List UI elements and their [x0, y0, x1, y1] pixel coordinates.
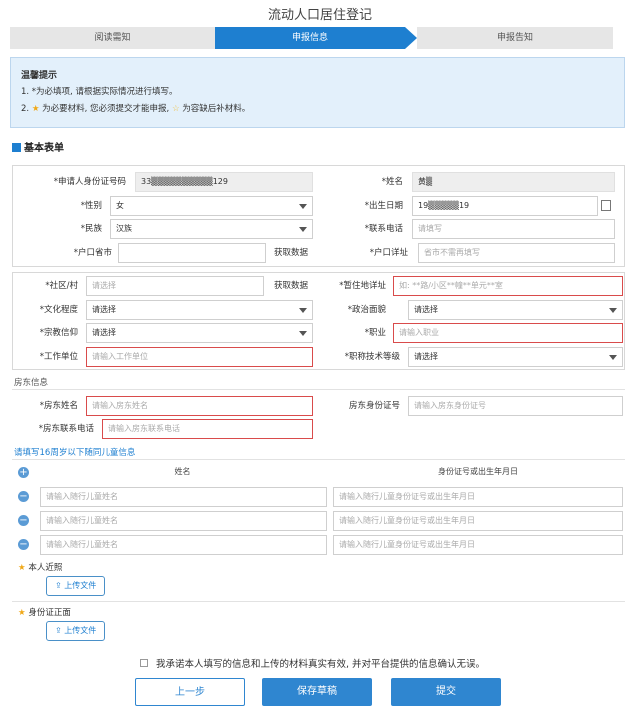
chevron-down-icon — [299, 308, 307, 313]
address-label: *暂住地详址 — [339, 281, 386, 291]
birth-date-field[interactable]: 19▒▒▒▒▒19 — [412, 196, 611, 216]
id-number-field[interactable]: 33▒▒▒▒▒▒▒▒▒▒129 — [135, 172, 313, 192]
birth-label: *出生日期 — [364, 201, 403, 211]
gender-label: *性别 — [80, 201, 102, 211]
submit-button[interactable]: 提交 — [391, 678, 501, 706]
page-title: 流动人口居住登记 — [267, 8, 372, 23]
calendar-icon[interactable] — [601, 200, 611, 211]
tip-line-1: 1. *为必填项, 请根据实际情况进行填写。 — [21, 87, 178, 97]
grid-icon — [12, 143, 21, 152]
tip-panel: 温馨提示 1. *为必填项, 请根据实际情况进行填写。 2. ★ 为必要材料, … — [10, 57, 625, 128]
remove-child-icon[interactable]: − — [18, 515, 29, 526]
idcard-upload-label: ★ 身份证正面 — [18, 608, 71, 618]
education-select[interactable]: 请选择 — [86, 300, 313, 320]
optional-star-icon: ☆ — [171, 104, 180, 114]
tip-heading: 温馨提示 — [21, 71, 58, 81]
step-declare-info: 申报信息 — [215, 27, 417, 49]
ethnic-select[interactable]: 汉族 — [110, 219, 313, 239]
photo-upload-label: ★ 本人近照 — [18, 563, 63, 573]
landlord-heading: 房东信息 — [14, 378, 49, 388]
hukou-label: *户口省市 — [73, 248, 112, 258]
child-name-field[interactable]: 请输入随行儿童姓名 — [40, 535, 327, 555]
add-child-icon[interactable]: + — [18, 467, 29, 478]
chevron-down-icon — [299, 331, 307, 336]
chevron-down-icon — [299, 204, 307, 209]
photo-upload-button[interactable]: ⇪ 上传文件 — [46, 576, 106, 596]
name-field[interactable]: 黄▒ — [412, 172, 615, 192]
title-grade-select[interactable]: 请选择 — [408, 347, 623, 367]
education-label: *文化程度 — [39, 305, 78, 315]
address-field[interactable]: 如: **路/小区**幢**单元**室 — [393, 276, 623, 296]
community-fetch-button[interactable]: 获取数据 — [274, 276, 308, 296]
col-child-name: 姓名 — [174, 467, 191, 476]
prev-button[interactable]: 上一步 — [135, 678, 245, 706]
child-id-field[interactable]: 请输入随行儿童身份证号或出生年月日 — [333, 511, 623, 531]
landlord-name-label: *房东姓名 — [39, 401, 78, 411]
landlord-phone-label: *房东联系电话 — [38, 424, 94, 434]
work-unit-field[interactable]: 请输入工作单位 — [86, 347, 313, 367]
child-name-field[interactable]: 请输入随行儿童姓名 — [40, 511, 327, 531]
child-id-field[interactable]: 请输入随行儿童身份证号或出生年月日 — [333, 487, 623, 507]
upload-icon: ⇪ — [55, 626, 62, 635]
landlord-phone-field[interactable]: 请输入房东联系电话 — [102, 419, 313, 439]
religion-label: *宗教信仰 — [39, 328, 78, 338]
id-number-label: *申请人身份证号码 — [53, 177, 126, 187]
step-declare-notify: 申报告知 — [417, 27, 613, 49]
hukou-detail-label: *户口详址 — [369, 248, 408, 258]
religion-select[interactable]: 请选择 — [86, 323, 313, 343]
idcard-upload-button[interactable]: ⇪ 上传文件 — [46, 621, 106, 641]
upload-icon: ⇪ — [55, 581, 62, 590]
hukou-detail-field[interactable]: 省市不需再填写 — [418, 243, 615, 263]
work-unit-label: *工作单位 — [39, 352, 78, 362]
tip-line-2: 2. ★ 为必要材料, 您必须提交才能申报, ☆ 为容缺后补材料。 — [21, 104, 251, 114]
agreement[interactable]: 我承诺本人填写的信息和上传的材料真实有效, 并对平台提供的信息确认无误。 — [140, 656, 485, 670]
step-progress: 阅读需知 申报信息 申报告知 — [10, 27, 613, 49]
landlord-name-field[interactable]: 请输入房东姓名 — [86, 396, 313, 416]
title-grade-label: *职称技术等级 — [344, 352, 400, 362]
divider — [12, 601, 625, 602]
name-label: *姓名 — [381, 177, 403, 187]
landlord-id-label: 房东身份证号 — [348, 401, 400, 411]
required-star-icon: ★ — [18, 608, 26, 618]
children-heading: 请填写16周岁以下随同儿童信息 — [14, 448, 136, 458]
community-field[interactable]: 请选择 — [86, 276, 264, 296]
community-label: *社区/村 — [45, 281, 78, 291]
chevron-down-icon — [609, 355, 617, 360]
ethnic-label: *民族 — [80, 224, 102, 234]
col-child-id: 身份证号或出生年月日 — [438, 467, 518, 476]
divider — [12, 389, 625, 390]
agree-checkbox[interactable] — [140, 659, 148, 667]
phone-label: *联系电话 — [364, 224, 403, 234]
job-label: *职业 — [364, 328, 386, 338]
phone-field[interactable]: 请填写 — [412, 219, 615, 239]
political-label: *政治面貌 — [347, 305, 386, 315]
gender-select[interactable]: 女 — [110, 196, 313, 216]
hukou-field[interactable] — [118, 243, 266, 263]
chevron-down-icon — [609, 308, 617, 313]
save-draft-button[interactable]: 保存草稿 — [262, 678, 372, 706]
section-basic-heading: 基本表单 — [12, 139, 64, 154]
remove-child-icon[interactable]: − — [18, 539, 29, 550]
step-read-notice: 阅读需知 — [10, 27, 215, 49]
required-star-icon: ★ — [18, 563, 26, 573]
child-name-field[interactable]: 请输入随行儿童姓名 — [40, 487, 327, 507]
remove-child-icon[interactable]: − — [18, 491, 29, 502]
chevron-down-icon — [299, 227, 307, 232]
job-field[interactable]: 请输入职业 — [393, 323, 623, 343]
divider — [12, 459, 625, 460]
political-select[interactable]: 请选择 — [408, 300, 623, 320]
landlord-id-field[interactable]: 请输入房东身份证号 — [408, 396, 623, 416]
hukou-fetch-button[interactable]: 获取数据 — [274, 243, 308, 263]
child-id-field[interactable]: 请输入随行儿童身份证号或出生年月日 — [333, 535, 623, 555]
required-star-icon: ★ — [31, 104, 40, 114]
